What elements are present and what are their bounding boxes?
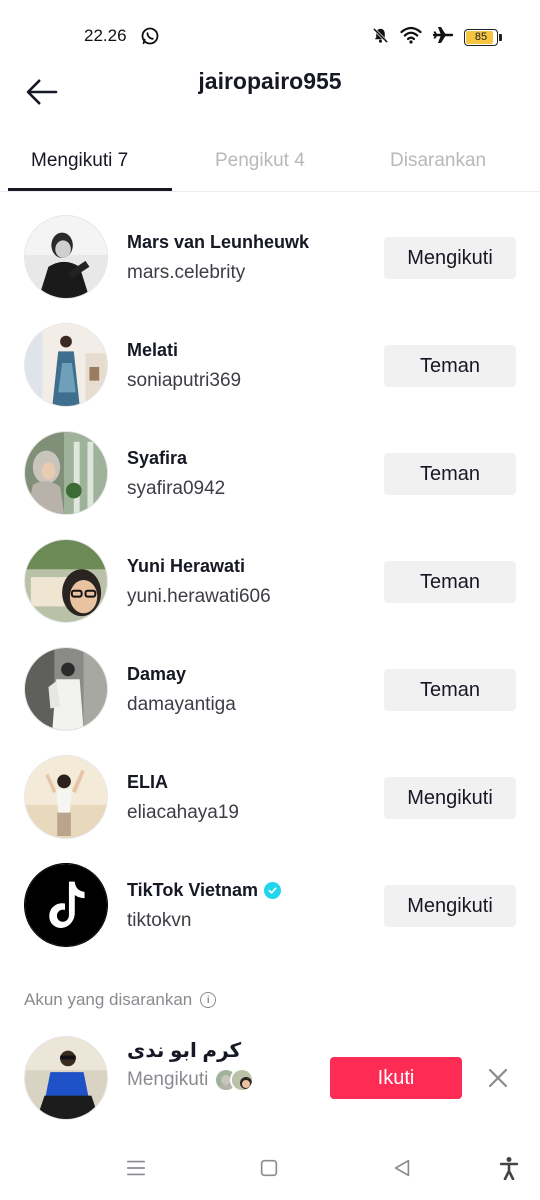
user-name: Mars van Leunheuwk (127, 232, 310, 252)
page-title: jairopairo955 (198, 68, 342, 94)
avatar[interactable] (24, 323, 108, 407)
friends-button[interactable]: Teman (384, 561, 516, 603)
home-button[interactable] (255, 1154, 283, 1182)
square-icon (260, 1159, 278, 1177)
list-item[interactable]: ELIA eliacahaya19 Mengikuti (0, 744, 540, 852)
following-button[interactable]: Mengikuti (384, 777, 516, 819)
friends-button[interactable]: Teman (384, 453, 516, 495)
accessibility-button[interactable] (495, 1154, 523, 1182)
tab-bar: Mengikuti 7 Pengikut 4 Disarankan (0, 134, 540, 192)
verified-badge-icon (264, 882, 282, 899)
user-name: TikTok Vietnam (127, 880, 282, 901)
list-item[interactable]: Damay damayantiga Teman (0, 636, 540, 744)
following-button[interactable]: Mengikuti (384, 885, 516, 927)
mute-bell-icon (371, 26, 390, 50)
header: jairopairo955 (0, 60, 540, 124)
list-item[interactable]: Mars van Leunheuwk mars.celebrity Mengik… (0, 204, 540, 312)
avatar[interactable] (24, 647, 108, 731)
airplane-icon (432, 25, 454, 50)
user-name: ELIA (127, 772, 169, 792)
user-name: Damay (127, 664, 187, 684)
tiktok-logo-icon (25, 864, 107, 946)
following-list: Mars van Leunheuwk mars.celebrity Mengik… (0, 204, 540, 960)
following-button[interactable]: Mengikuti (384, 237, 516, 279)
suggested-accounts-heading: Akun yang disarankan i (24, 990, 217, 1010)
list-item[interactable]: TikTok Vietnam tiktokvn Mengikuti (0, 852, 540, 960)
whatsapp-icon (140, 26, 160, 46)
user-handle: eliacahaya19 (127, 802, 239, 823)
tab-following[interactable]: Mengikuti 7 (31, 150, 128, 172)
user-name: Yuni Herawati (127, 556, 246, 576)
mutual-avatars (214, 1068, 255, 1092)
back-nav-button[interactable] (388, 1154, 416, 1182)
tab-suggested[interactable]: Disarankan (390, 150, 486, 172)
friends-button[interactable]: Teman (384, 669, 516, 711)
friends-button[interactable]: Teman (384, 345, 516, 387)
avatar[interactable] (24, 863, 108, 947)
list-item[interactable]: Yuni Herawati yuni.herawati606 Teman (0, 528, 540, 636)
user-handle: damayantiga (127, 694, 236, 715)
system-nav-bar (0, 1134, 540, 1200)
status-time: 22.26 (84, 26, 127, 45)
dismiss-button[interactable] (484, 1064, 512, 1092)
suggested-account-item[interactable]: كرم ابو ندى Mengikuti Ikuti (0, 1026, 540, 1126)
user-handle: soniaputri369 (127, 370, 242, 391)
avatar (230, 1068, 255, 1092)
accessibility-icon (499, 1157, 519, 1180)
user-handle: tiktokvn (127, 910, 192, 931)
close-icon (488, 1068, 508, 1088)
active-tab-indicator (8, 188, 172, 191)
user-handle: syafira0942 (127, 478, 226, 499)
info-icon[interactable]: i (200, 992, 217, 1008)
recent-apps-button[interactable] (122, 1154, 150, 1182)
menu-icon (126, 1160, 146, 1176)
user-name: Syafira (127, 448, 188, 468)
user-name: Melati (127, 340, 179, 360)
battery-level: 85 (474, 31, 488, 43)
avatar[interactable] (24, 755, 108, 839)
battery-icon: 85 (464, 29, 502, 46)
user-handle: mars.celebrity (127, 262, 246, 283)
user-handle: yuni.herawati606 (127, 586, 271, 607)
tab-followers[interactable]: Pengikut 4 (215, 150, 305, 172)
triangle-back-icon (394, 1159, 410, 1177)
list-item[interactable]: Syafira syafira0942 Teman (0, 420, 540, 528)
avatar[interactable] (24, 1036, 108, 1120)
suggested-user-name: كرم ابو ندى (127, 1040, 242, 1062)
avatar[interactable] (24, 431, 108, 515)
mutual-following: Mengikuti (127, 1068, 255, 1092)
wifi-icon (400, 26, 422, 49)
follow-button[interactable]: Ikuti (330, 1057, 462, 1099)
list-item[interactable]: Melati soniaputri369 Teman (0, 312, 540, 420)
avatar[interactable] (24, 215, 108, 299)
avatar[interactable] (24, 539, 108, 623)
